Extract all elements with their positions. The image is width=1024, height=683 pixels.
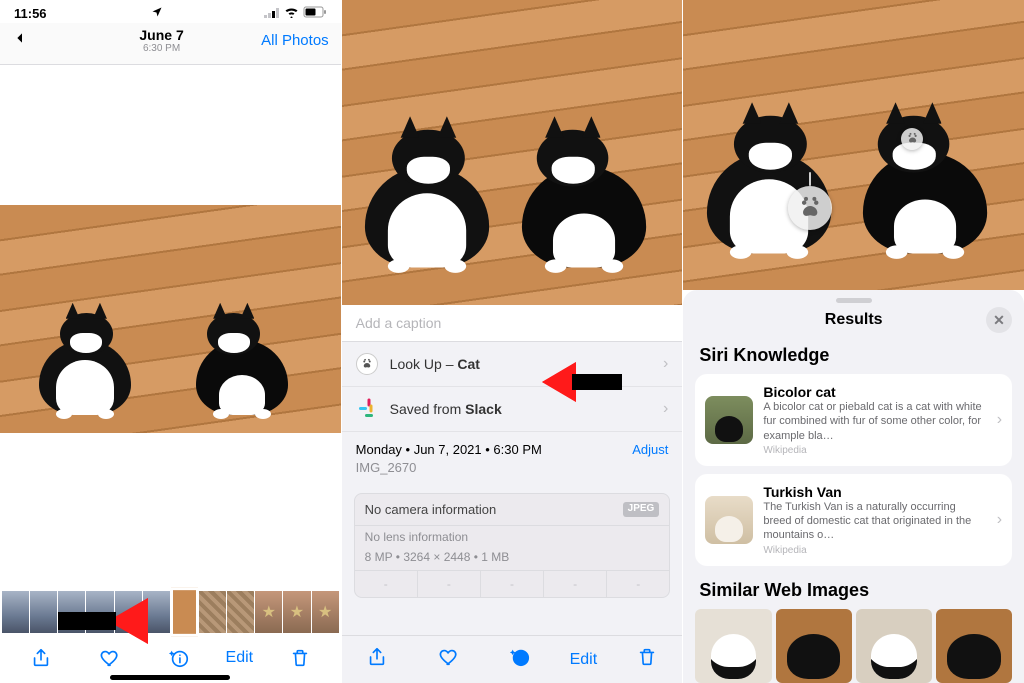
lookup-prefix: Look Up – (390, 356, 458, 372)
camera-info-card: No camera information JPEG No lens infor… (354, 493, 671, 598)
tutorial-arrow-2 (542, 362, 622, 407)
current-thumbnail[interactable] (171, 588, 198, 636)
web-image[interactable] (776, 609, 852, 683)
photo-datetime: Monday • Jun 7, 2021 • 6:30 PM (356, 442, 542, 457)
status-time: 11:56 (14, 6, 47, 21)
knowledge-source: Wikipedia (763, 545, 986, 556)
home-indicator[interactable] (110, 675, 230, 680)
knowledge-thumbnail (705, 396, 753, 444)
web-image[interactable] (695, 609, 771, 683)
chevron-icon: › (997, 511, 1002, 529)
nav-bar: June 7 6:30 PM All Photos (0, 23, 341, 65)
info-button-active[interactable] (498, 646, 542, 673)
main-photo[interactable] (683, 0, 1024, 290)
lookup-subject: Cat (457, 356, 480, 372)
all-photos-link[interactable]: All Photos (261, 32, 329, 49)
paw-icon (356, 353, 378, 375)
knowledge-desc: The Turkish Van is a naturally occurring… (763, 500, 986, 543)
delete-button[interactable] (278, 638, 322, 678)
visual-lookup-row[interactable]: Look Up – Cat › (342, 342, 683, 387)
main-photo[interactable] (342, 0, 683, 305)
tutorial-arrow-1 (58, 598, 148, 649)
photo-specs: 8 MP • 3264 × 2448 • 1 MB (355, 548, 670, 570)
nav-date: June 7 (62, 27, 261, 43)
saved-prefix: Saved from (390, 401, 465, 417)
web-image[interactable] (856, 609, 932, 683)
results-sheet: Results ✕ Siri Knowledge Bicolor cat A b… (683, 290, 1024, 683)
no-camera-label: No camera information (365, 502, 497, 517)
saved-from-row[interactable]: Saved from Slack › (342, 387, 683, 432)
main-photo[interactable] (0, 205, 341, 433)
bottom-toolbar: Edit (0, 633, 341, 683)
knowledge-card[interactable]: Bicolor cat A bicolor cat or piebald cat… (695, 374, 1012, 466)
thumbnail-strip[interactable] (0, 591, 341, 633)
chevron-icon: › (663, 400, 668, 418)
status-bar: 11:56 (0, 0, 341, 23)
edit-button[interactable]: Edit (570, 651, 598, 669)
cellular-icon (264, 6, 280, 21)
edit-button[interactable]: Edit (226, 638, 254, 678)
share-button[interactable] (355, 646, 399, 673)
slack-icon (356, 398, 378, 420)
favorite-button[interactable] (427, 646, 471, 673)
similar-images-heading: Similar Web Images (683, 574, 1024, 609)
back-button[interactable] (12, 28, 62, 54)
caption-field[interactable]: Add a caption (342, 305, 683, 341)
close-button[interactable]: ✕ (986, 307, 1012, 333)
knowledge-title: Bicolor cat (763, 384, 986, 400)
knowledge-thumbnail (705, 496, 753, 544)
delete-button[interactable] (625, 646, 669, 673)
share-button[interactable] (19, 638, 63, 678)
bottom-toolbar: Edit (342, 635, 683, 683)
photo-info-screen: Add a caption Look Up – Cat › Saved from… (342, 0, 684, 683)
web-image[interactable] (936, 609, 1012, 683)
location-icon (151, 6, 163, 21)
filename: IMG_2670 (356, 460, 669, 475)
visual-lookup-results-screen: Results ✕ Siri Knowledge Bicolor cat A b… (683, 0, 1024, 683)
saved-source: Slack (465, 401, 502, 417)
results-title: Results (825, 311, 883, 329)
knowledge-desc: A bicolor cat or piebald cat is a cat wi… (763, 400, 986, 443)
siri-knowledge-heading: Siri Knowledge (683, 339, 1024, 374)
similar-images-grid[interactable] (683, 609, 1024, 683)
battery-icon (303, 6, 327, 21)
adjust-button[interactable]: Adjust (632, 442, 668, 457)
sheet-grabber[interactable] (836, 298, 872, 303)
nav-time: 6:30 PM (62, 43, 261, 54)
info-button[interactable] (157, 638, 201, 678)
no-lens-label: No lens information (355, 526, 670, 548)
chevron-icon: › (997, 411, 1002, 429)
knowledge-title: Turkish Van (763, 484, 986, 500)
wifi-icon (284, 6, 299, 21)
photos-detail-screen: 11:56 June 7 6:30 PM All Photos (0, 0, 342, 683)
chevron-icon: › (663, 355, 668, 373)
format-badge: JPEG (623, 502, 660, 517)
knowledge-card[interactable]: Turkish Van The Turkish Van is a natural… (695, 474, 1012, 566)
knowledge-source: Wikipedia (763, 445, 986, 456)
